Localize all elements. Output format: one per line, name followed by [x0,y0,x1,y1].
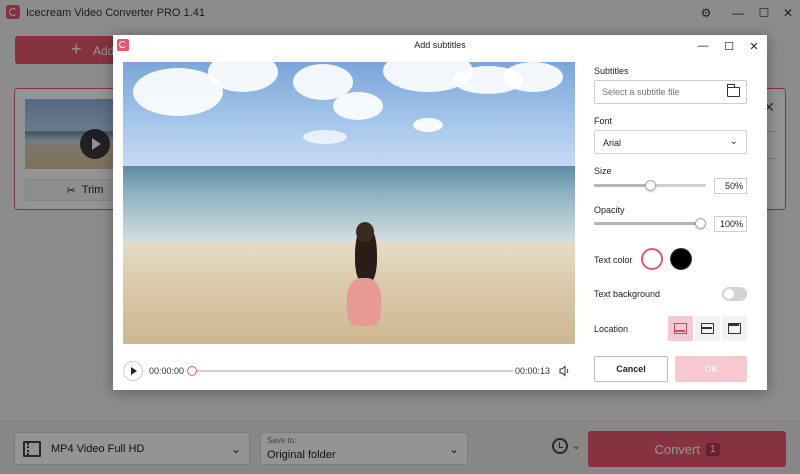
dialog-minimize-button[interactable]: — [695,38,711,54]
dialog-close-button[interactable]: ✕ [746,38,762,54]
cloud-shape [413,118,443,132]
font-value: Arial [603,138,622,148]
font-label: Font [594,116,613,126]
size-label: Size [594,166,612,176]
location-label: Location [594,324,629,334]
person-body [347,278,381,326]
location-bottom-button[interactable] [668,316,693,341]
size-slider-knob[interactable] [645,180,656,191]
location-top-button[interactable] [722,316,747,341]
dialog-maximize-button[interactable]: ☐ [721,38,737,54]
video-preview[interactable] [123,62,575,344]
folder-open-icon[interactable] [726,84,740,97]
location-bottom-bar [675,330,685,332]
player-controls: 00:00:00 00:00:13 [123,360,575,382]
dialog-title: Add subtitles [414,40,466,50]
seek-bar[interactable] [195,370,513,372]
cancel-button[interactable]: Cancel [594,356,668,382]
add-subtitles-dialog: Add subtitles — ☐ ✕ 00:00:00 00:00:13 Su… [113,35,767,390]
location-top-icon [728,323,741,334]
location-middle-bar [702,327,712,329]
opacity-slider[interactable] [594,216,706,230]
cloud-shape [303,130,347,144]
location-middle-icon [701,323,714,334]
size-value[interactable]: 50% [714,178,747,194]
cloud-shape [503,62,563,92]
opacity-slider-knob[interactable] [695,218,706,229]
location-middle-button[interactable] [695,316,720,341]
size-slider[interactable] [594,178,706,192]
chevron-down-icon: ⌄ [729,136,738,147]
seek-knob[interactable] [187,366,197,376]
current-time: 00:00:00 [149,366,185,376]
subtitle-file-input[interactable] [595,81,715,103]
font-select[interactable]: Arial ⌄ [594,130,747,154]
opacity-value[interactable]: 100% [714,216,747,232]
text-background-toggle[interactable] [722,287,747,301]
subtitles-label: Subtitles [594,66,629,76]
text-color-label: Text color [594,255,633,265]
ok-button[interactable]: OK [675,356,747,382]
black-color-swatch[interactable] [670,248,692,270]
opacity-label: Opacity [594,205,625,215]
subtitle-file-field[interactable] [594,80,747,104]
dialog-titlebar: Add subtitles — ☐ ✕ [113,35,767,57]
size-slider-fill [594,184,651,187]
person-head [356,222,374,242]
location-top-bar [729,324,739,326]
play-button[interactable] [123,361,143,381]
text-background-label: Text background [594,289,661,299]
end-time: 00:00:13 [515,366,551,376]
volume-icon[interactable] [559,365,571,377]
opacity-slider-fill [594,222,701,225]
location-bottom-icon [674,323,687,334]
video-sea [123,166,575,246]
cloud-shape [333,92,383,120]
white-color-swatch[interactable] [641,248,663,270]
